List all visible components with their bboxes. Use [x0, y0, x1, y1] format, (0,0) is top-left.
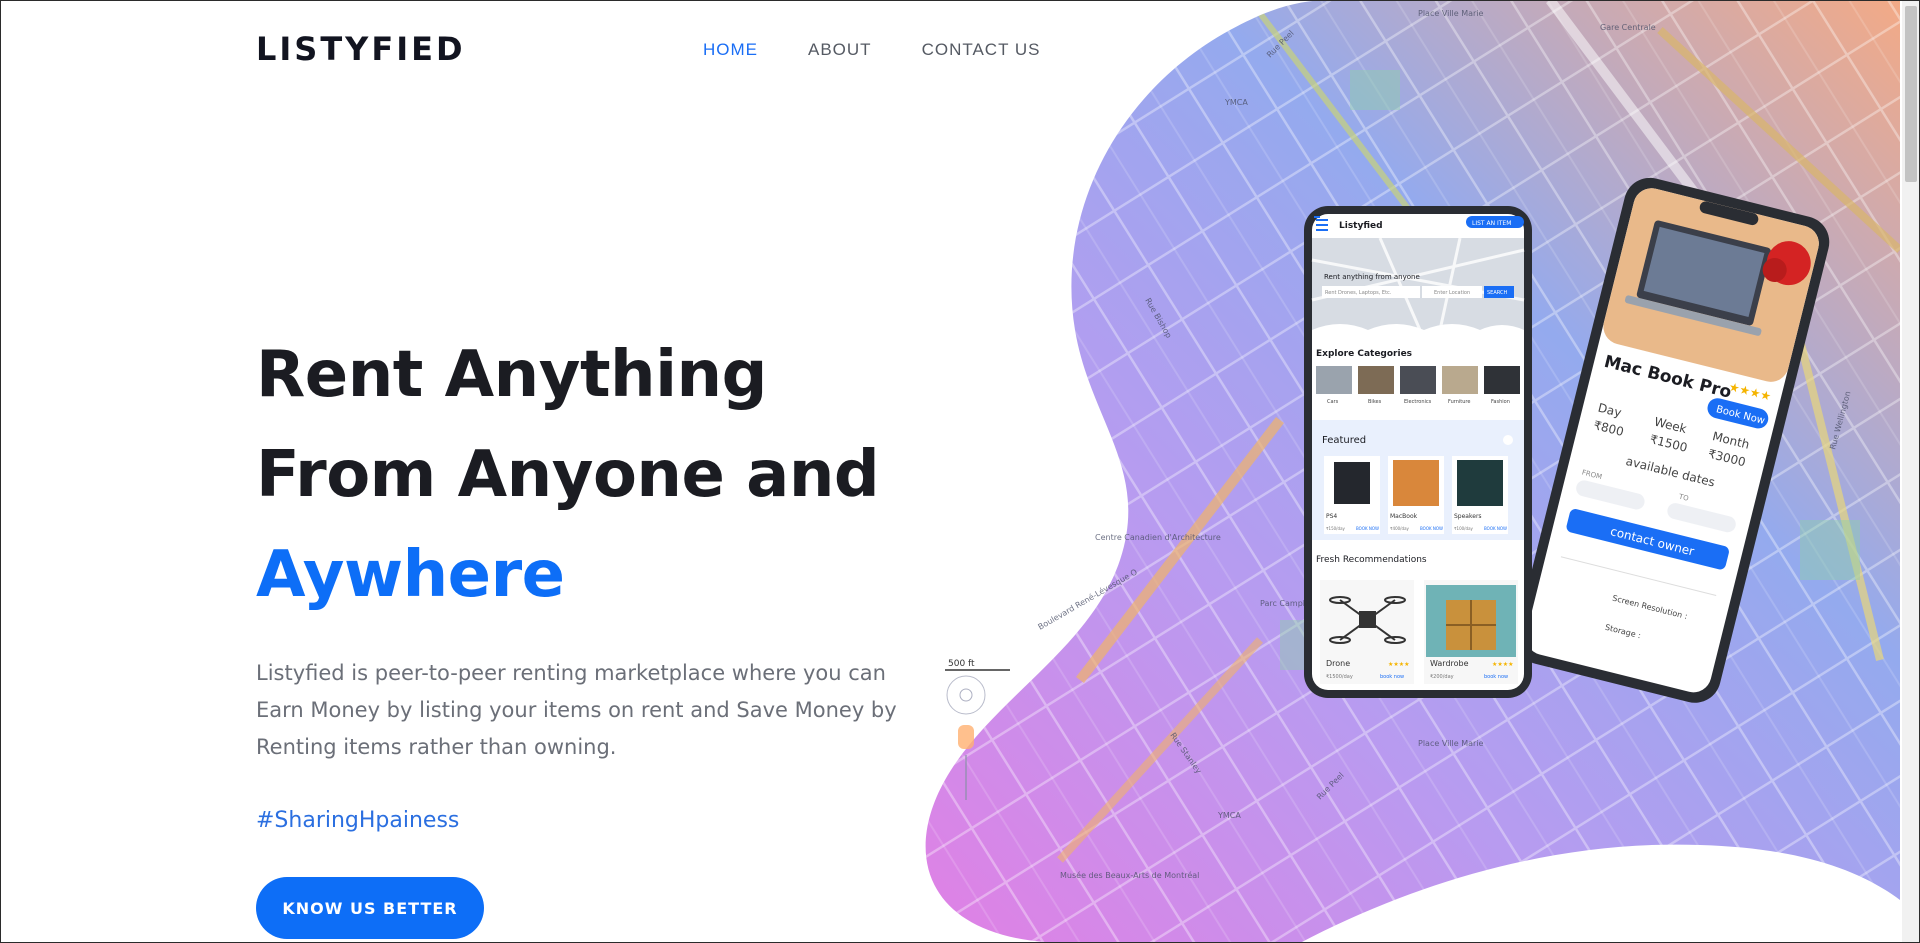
phone-fresh-title: Fresh Recommendations [1316, 555, 1427, 565]
scrollbar-thumb[interactable] [1905, 6, 1917, 182]
know-us-better-button[interactable]: KNOW US BETTER [256, 877, 484, 939]
nav-home[interactable]: HOME [703, 40, 758, 60]
category-label: Electronics [1404, 399, 1432, 405]
fresh-name: Wardrobe [1430, 659, 1469, 668]
fresh-stars: ★★★★ [1492, 661, 1514, 668]
featured-name: Speakers [1454, 513, 1482, 520]
category-label: Bikes [1368, 399, 1382, 405]
featured-book: BOOK NOW [1484, 526, 1507, 531]
featured-name: PS4 [1326, 513, 1337, 520]
phone-search-input: Rent Drones, Laptops, Etc. [1325, 290, 1392, 296]
site-logo[interactable]: LISTYFIED [256, 30, 466, 68]
map-label: YMCA [1224, 98, 1248, 107]
nav-contact[interactable]: CONTACT US [922, 40, 1041, 60]
featured-name: MacBook [1390, 513, 1418, 520]
page-scrollbar[interactable] [1902, 0, 1920, 943]
featured-price: ₹400/day [1390, 526, 1410, 531]
hero-description: Listyfied is peer-to-peer renting market… [256, 661, 897, 759]
phone-featured-title: Featured [1322, 435, 1366, 446]
map-label: Centre Canadien d'Architecture [1095, 533, 1221, 542]
fresh-price: ₹1500/day [1326, 674, 1353, 680]
featured-price: ₹100/day [1454, 526, 1474, 531]
fresh-price: ₹200/day [1430, 674, 1454, 680]
fresh-book: book now [1380, 674, 1404, 680]
category-thumbs [1316, 366, 1520, 394]
phone-list-item-button: LIST AN ITEM [1472, 220, 1511, 227]
main-nav: HOME ABOUT CONTACT US [703, 40, 1041, 60]
map-label: Gare Centrale [1600, 23, 1656, 32]
phone-search-button: SEARCH [1487, 290, 1507, 296]
map-label: Place Ville Marie [1418, 739, 1484, 748]
nav-about[interactable]: ABOUT [808, 40, 872, 60]
fresh-stars: ★★★★ [1388, 661, 1410, 668]
category-label: Furniture [1448, 399, 1470, 405]
hero-headline: Rent Anything From Anyone and Aywhere [256, 325, 880, 625]
phone-front: Listyfied LIST AN ITEM Rent anything fro… [1304, 206, 1532, 698]
category-label: Cars [1327, 399, 1339, 405]
featured-price: ₹150/day [1326, 526, 1346, 531]
map-label: YMCA [1217, 811, 1241, 820]
fresh-book: book now [1484, 674, 1508, 680]
phone-location-input: Enter Location [1434, 290, 1470, 296]
category-label: Fashion [1491, 399, 1510, 405]
map-scale: 500 ft [948, 659, 975, 669]
headline-line-1: Rent Anything [256, 338, 767, 412]
phone-app-name: Listyfied [1339, 221, 1383, 231]
headline-line-2: From Anyone and [256, 438, 880, 512]
headline-line-3: Aywhere [256, 538, 565, 612]
hero-hashtag: #SharingHpainess [256, 808, 460, 833]
phone-search-title: Rent anything from anyone [1324, 273, 1420, 281]
map-label: Place Ville Marie [1418, 9, 1484, 18]
fresh-name: Drone [1326, 659, 1350, 668]
featured-book: BOOK NOW [1356, 526, 1379, 531]
featured-book: BOOK NOW [1420, 526, 1443, 531]
map-label: Musée des Beaux-Arts de Montréal [1060, 870, 1199, 880]
phone-categories-title: Explore Categories [1316, 349, 1412, 359]
